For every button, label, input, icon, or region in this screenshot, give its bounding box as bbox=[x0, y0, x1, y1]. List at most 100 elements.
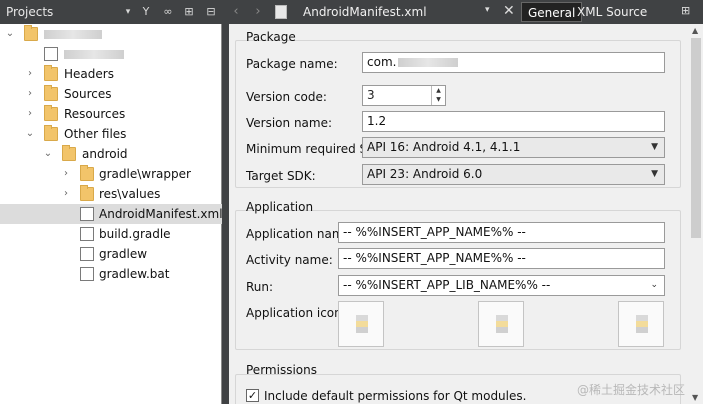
tree-item-gradlew[interactable]: gradlew bbox=[0, 244, 222, 264]
back-icon[interactable]: ‹ bbox=[229, 4, 243, 20]
tab-xml-source[interactable]: XML Source bbox=[577, 2, 647, 22]
project-folder-icon bbox=[24, 25, 38, 41]
chevron-down-icon[interactable]: ▼ bbox=[651, 165, 658, 184]
resources-folder-icon bbox=[44, 105, 58, 121]
filter-icon[interactable]: Y bbox=[138, 4, 154, 20]
close-pane-icon[interactable]: ⊟ bbox=[203, 4, 219, 20]
projects-title[interactable]: Projects bbox=[6, 5, 53, 19]
tree-label: Sources bbox=[64, 87, 112, 101]
collapsed-arrow-icon[interactable]: › bbox=[24, 104, 36, 124]
tree-label: res\values bbox=[99, 187, 161, 201]
tree-label: build.gradle bbox=[99, 227, 171, 241]
pro-file-icon bbox=[44, 47, 58, 61]
tree-item-headers[interactable]: › Headers bbox=[0, 64, 222, 84]
tree-label: Resources bbox=[64, 107, 126, 121]
tree-label: AndroidManifest.xml bbox=[99, 207, 223, 221]
tree-label: gradlew bbox=[99, 247, 148, 261]
collapsed-arrow-icon[interactable]: › bbox=[60, 184, 72, 204]
version-code-value: 3 bbox=[367, 88, 375, 102]
file-icon bbox=[80, 247, 94, 261]
scroll-up-icon[interactable]: ▲ bbox=[692, 26, 698, 35]
split-editor-icon[interactable]: ⊞ bbox=[681, 4, 690, 17]
activity-name-field[interactable]: -- %%INSERT_APP_NAME%% -- bbox=[338, 248, 665, 269]
tree-item-sources[interactable]: › Sources bbox=[0, 84, 222, 104]
package-name-label: Package name: bbox=[246, 57, 338, 71]
manifest-form: Package Package name: com. Version code:… bbox=[229, 24, 703, 404]
tree-item-gradle-wrapper[interactable]: › gradle\wrapper bbox=[0, 164, 222, 184]
expand-arrow-icon[interactable]: ⌄ bbox=[42, 144, 54, 164]
include-default-permissions-label: Include default permissions for Qt modul… bbox=[264, 389, 527, 403]
split-icon[interactable]: ⊞ bbox=[181, 4, 197, 20]
close-icon[interactable]: ✕ bbox=[503, 3, 515, 19]
tree-label: gradle\wrapper bbox=[99, 167, 191, 181]
tree-item-resources[interactable]: › Resources bbox=[0, 104, 222, 124]
tree-label: android bbox=[82, 147, 128, 161]
expand-arrow-icon[interactable]: ⌄ bbox=[24, 124, 36, 144]
run-combo[interactable]: -- %%INSERT_APP_LIB_NAME%% -- ⌄ bbox=[338, 275, 665, 296]
xml-file-icon bbox=[80, 207, 94, 221]
target-sdk-combo[interactable]: API 23: Android 6.0 ▼ bbox=[362, 164, 665, 185]
application-title: Application bbox=[246, 200, 314, 214]
link-icon[interactable]: ∞ bbox=[160, 4, 176, 20]
app-icon-mdpi-button[interactable] bbox=[478, 301, 524, 347]
forward-icon[interactable]: › bbox=[251, 4, 265, 20]
spinner-arrows-icon[interactable]: ▲ ▼ bbox=[431, 86, 445, 105]
app-name-field[interactable]: -- %%INSERT_APP_NAME%% -- bbox=[338, 222, 665, 243]
tree-item-res-values[interactable]: › res\values bbox=[0, 184, 222, 204]
version-code-label: Version code: bbox=[246, 90, 327, 104]
chevron-down-icon[interactable]: ▼ bbox=[651, 138, 658, 157]
include-default-permissions-checkbox[interactable]: ✓ bbox=[246, 389, 259, 402]
xml-document-icon bbox=[275, 5, 287, 19]
projects-pane: Projects ▾ Y ∞ ⊞ ⊟ ⌄ › Headers › Sources… bbox=[0, 0, 223, 404]
package-name-field[interactable]: com. bbox=[362, 52, 665, 73]
app-icon-image bbox=[496, 315, 508, 333]
collapsed-arrow-icon[interactable]: › bbox=[24, 64, 36, 84]
version-name-field[interactable]: 1.2 bbox=[362, 111, 665, 132]
tree-item-gradlew-bat[interactable]: gradlew.bat bbox=[0, 264, 222, 284]
tree-label: Headers bbox=[64, 67, 114, 81]
tree-label: gradlew.bat bbox=[99, 267, 170, 281]
other-files-folder-icon bbox=[44, 125, 58, 141]
tree-item-android[interactable]: ⌄ android bbox=[0, 144, 222, 164]
form-scrollbar[interactable]: ▲ ▼ bbox=[689, 24, 703, 404]
gradle-wrapper-folder-icon bbox=[80, 165, 94, 181]
document-selector[interactable]: AndroidManifest.xml bbox=[303, 5, 427, 19]
version-code-spinner[interactable]: 3 ▲ ▼ bbox=[362, 85, 446, 106]
collapsed-arrow-icon[interactable]: › bbox=[60, 164, 72, 184]
app-icon-ldpi-button[interactable] bbox=[338, 301, 384, 347]
min-sdk-combo[interactable]: API 16: Android 4.1, 4.1.1 ▼ bbox=[362, 137, 665, 158]
editor-tab-bar: ‹ › AndroidManifest.xml ▾ ✕ General XML … bbox=[223, 0, 703, 24]
target-sdk-value: API 23: Android 6.0 bbox=[367, 167, 483, 181]
version-name-label: Version name: bbox=[246, 116, 333, 130]
projects-toolbar: Projects ▾ Y ∞ ⊞ ⊟ bbox=[0, 0, 222, 24]
target-sdk-label: Target SDK: bbox=[246, 169, 316, 183]
run-value: -- %%INSERT_APP_LIB_NAME%% -- bbox=[343, 278, 551, 292]
chevron-down-icon[interactable]: ▾ bbox=[120, 4, 136, 20]
app-icon-image bbox=[636, 315, 648, 333]
tree-item-pro-file[interactable] bbox=[0, 44, 222, 64]
file-icon bbox=[80, 227, 94, 241]
tree-item-build-gradle[interactable]: build.gradle bbox=[0, 224, 222, 244]
tab-general[interactable]: General bbox=[521, 2, 583, 22]
gear-file-icon bbox=[80, 267, 94, 281]
scroll-down-icon[interactable]: ▼ bbox=[692, 393, 698, 402]
chevron-down-icon[interactable]: ▾ bbox=[485, 5, 490, 15]
watermark: @稀土掘金技术社区 bbox=[576, 383, 685, 397]
tree-item-project[interactable]: ⌄ bbox=[0, 24, 222, 44]
tree-item-other-files[interactable]: ⌄ Other files bbox=[0, 124, 222, 144]
run-label: Run: bbox=[246, 280, 274, 294]
headers-folder-icon bbox=[44, 65, 58, 81]
app-icon-label: Application icon: bbox=[246, 306, 346, 320]
min-sdk-value: API 16: Android 4.1, 4.1.1 bbox=[367, 140, 521, 154]
collapsed-arrow-icon[interactable]: › bbox=[24, 84, 36, 104]
pro-file-name bbox=[64, 44, 124, 64]
android-folder-icon bbox=[62, 145, 76, 161]
res-values-folder-icon bbox=[80, 185, 94, 201]
scrollbar-thumb[interactable] bbox=[691, 38, 701, 238]
tree-item-manifest[interactable]: AndroidManifest.xml bbox=[0, 204, 223, 224]
app-icon-image bbox=[356, 315, 368, 333]
tree-label: Other files bbox=[64, 127, 127, 141]
chevron-down-icon[interactable]: ⌄ bbox=[650, 276, 658, 295]
expand-arrow-icon[interactable]: ⌄ bbox=[4, 24, 16, 44]
app-icon-hdpi-button[interactable] bbox=[618, 301, 664, 347]
